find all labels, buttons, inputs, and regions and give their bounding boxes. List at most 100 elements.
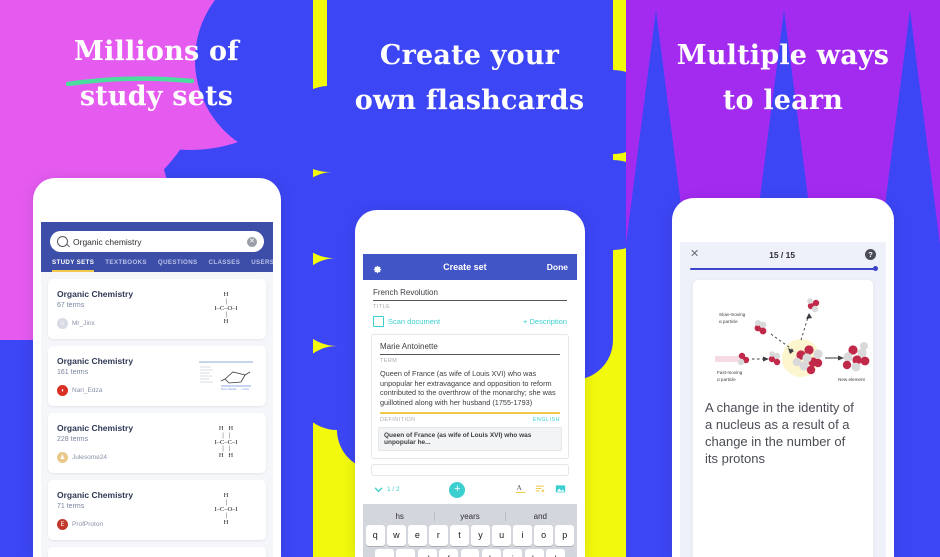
set-title-input[interactable]: French Revolution [373,288,567,301]
format-text-icon[interactable]: A [515,481,526,499]
keyboard-suggestion[interactable]: years [435,511,506,521]
flashcard[interactable]: Slow-moving α particle Fast-moving α par… [692,278,874,557]
search-results-list: Organic Chemistry 67 terms ☺ Mr_Jinx H | … [41,272,273,557]
result-author: E ProfProton [57,519,133,530]
create-set-body: French Revolution TITLE Scan document + … [363,280,577,327]
molecule-thumbnail-methanol: H | I–C–O–I | H [214,290,238,326]
panel2-heading: Create your own flashcards [313,42,626,114]
search-tabs: STUDY SETS TEXTBOOKS QUESTIONS CLASSES U… [50,252,273,272]
close-icon[interactable]: ✕ [690,249,699,260]
tab-classes[interactable]: CLASSES [209,259,241,272]
key-p[interactable]: p [555,524,574,546]
result-term-count: 67 terms [57,302,85,309]
result-username: Julesome24 [72,454,108,461]
label-fast-alpha: α particle [717,377,736,382]
scan-document-button[interactable]: Scan document [373,316,440,327]
result-username: ProfProton [72,521,104,528]
card-counter-label: 1 / 2 [387,486,400,493]
key-o[interactable]: o [534,524,553,546]
definition-suggestion[interactable]: Queen of France (as wife of Louis XVI) w… [378,426,562,451]
done-button[interactable]: Done [547,262,568,272]
phone-mockup-learn: ✕ 15 / 15 ? Slow-moving α particle Fast-… [672,198,894,557]
learn-header: ✕ 15 / 15 ? [680,242,886,279]
molecule-thumbnail-methanol: H | I–C–O–I | H [214,491,238,527]
flashcard-editor: Marie Antoinette TERM Queen of France (a… [371,334,569,459]
definition-input[interactable]: Queen of France (as wife of Louis XVI) w… [380,364,560,414]
term-input[interactable]: Marie Antoinette [380,342,560,355]
search-input-value: Organic chemistry [73,236,142,247]
result-title: Organic Chemistry [57,423,134,433]
search-result-row[interactable]: Organic Chemistry 161 terms ◗ Nari_Edza [48,346,266,406]
result-title: Organic Chemistry [57,289,134,299]
key-k[interactable]: k [524,548,544,557]
key-e[interactable]: e [408,524,427,546]
tab-textbooks[interactable]: TEXTBOOKS [105,259,147,272]
avatar: E [57,519,68,530]
key-s[interactable]: s [396,548,416,557]
key-f[interactable]: f [439,548,459,557]
result-author: ◗ Nari_Edza [57,385,133,396]
key-a[interactable]: a [375,548,394,557]
editor-toolbar: 1 / 2 + A [363,475,577,504]
add-card-button[interactable]: + [449,481,466,498]
key-y[interactable]: y [471,524,490,546]
result-title: Organic Chemistry [57,356,134,366]
avatar: ☺ [57,318,68,329]
key-r[interactable]: r [429,524,448,546]
phone-mockup-search: Organic chemistry ✕ STUDY SETS TEXTBOOKS… [33,178,281,557]
keyboard-suggestion[interactable]: and [506,512,575,521]
panel2-heading-line2: own flashcards [354,85,585,116]
create-set-screen: Create set Done French Revolution TITLE … [363,254,577,557]
search-result-row[interactable]: Organic Chemistry 228 terms ♟ Julesome24… [48,413,266,473]
result-term-count: 228 terms [57,436,89,443]
key-h[interactable]: h [481,548,501,557]
keyboard-row-2: a s d f g h j k l [365,548,575,557]
app-store-screenshot-collage: Millions of study sets Create your own f… [0,0,940,557]
key-i[interactable]: i [513,524,532,546]
key-j[interactable]: j [503,548,523,557]
clear-search-icon[interactable]: ✕ [247,236,257,247]
key-w[interactable]: w [387,524,406,546]
tab-study-sets[interactable]: STUDY SETS [52,259,95,272]
key-q[interactable]: q [366,524,385,546]
panel1-heading-line1: Millions of [74,36,239,67]
nuclear-reaction-diagram: Slow-moving α particle Fast-moving α par… [693,280,873,397]
create-set-actions: Scan document + Description [373,316,567,327]
keyboard-suggestion[interactable]: hs [365,511,436,521]
image-icon[interactable] [555,481,566,499]
result-author: ☺ Mr_Jinx [57,318,133,329]
search-input[interactable]: Organic chemistry ✕ [50,231,264,252]
language-selector[interactable]: ENGLISH [533,417,560,423]
list-icon[interactable] [535,481,546,499]
result-term-count: 71 terms [57,503,85,510]
key-d[interactable]: d [417,548,437,557]
key-l[interactable]: l [546,548,566,557]
editor-format-tools: A [515,481,566,499]
gear-icon[interactable] [372,262,383,273]
green-underline-accent [66,76,194,86]
tab-questions[interactable]: QUESTIONS [158,259,198,272]
progress-label: 15 / 15 [769,249,796,260]
molecule-thumbnail-ethane: H H | | I–C–C–I | | H H [214,424,238,460]
search-icon [57,236,68,247]
key-t[interactable]: t [450,524,469,546]
card-counter-control[interactable]: 1 / 2 [374,486,400,493]
result-meta: Organic Chemistry 71 terms E ProfProton [57,490,133,530]
key-g[interactable]: g [460,548,480,557]
avatar: ◗ [57,385,68,396]
progress-knob [873,266,878,271]
tab-users[interactable]: USERS [251,259,273,272]
search-header: Organic chemistry ✕ STUDY SETS TEXTBOOKS… [41,222,273,272]
label-fast-moving: Fast-moving [717,370,743,375]
scan-document-label: Scan document [388,317,441,326]
add-description-button[interactable]: + Description [523,317,567,326]
flashcard-answer-text: A change in the identity of a nucleus as… [705,399,854,467]
help-icon[interactable]: ? [865,249,876,260]
search-result-row[interactable]: Organic Chemistry 71 terms E ProfProton … [48,480,266,540]
result-title: Organic Chemistry [57,490,134,500]
flashcard-editor-next[interactable] [371,463,569,476]
key-u[interactable]: u [492,524,511,546]
search-result-row[interactable]: Organic Chemistry 67 terms ☺ Mr_Jinx H | … [48,279,266,339]
definition-label: DEFINITION [380,416,416,423]
search-result-row-partial[interactable] [48,547,266,557]
